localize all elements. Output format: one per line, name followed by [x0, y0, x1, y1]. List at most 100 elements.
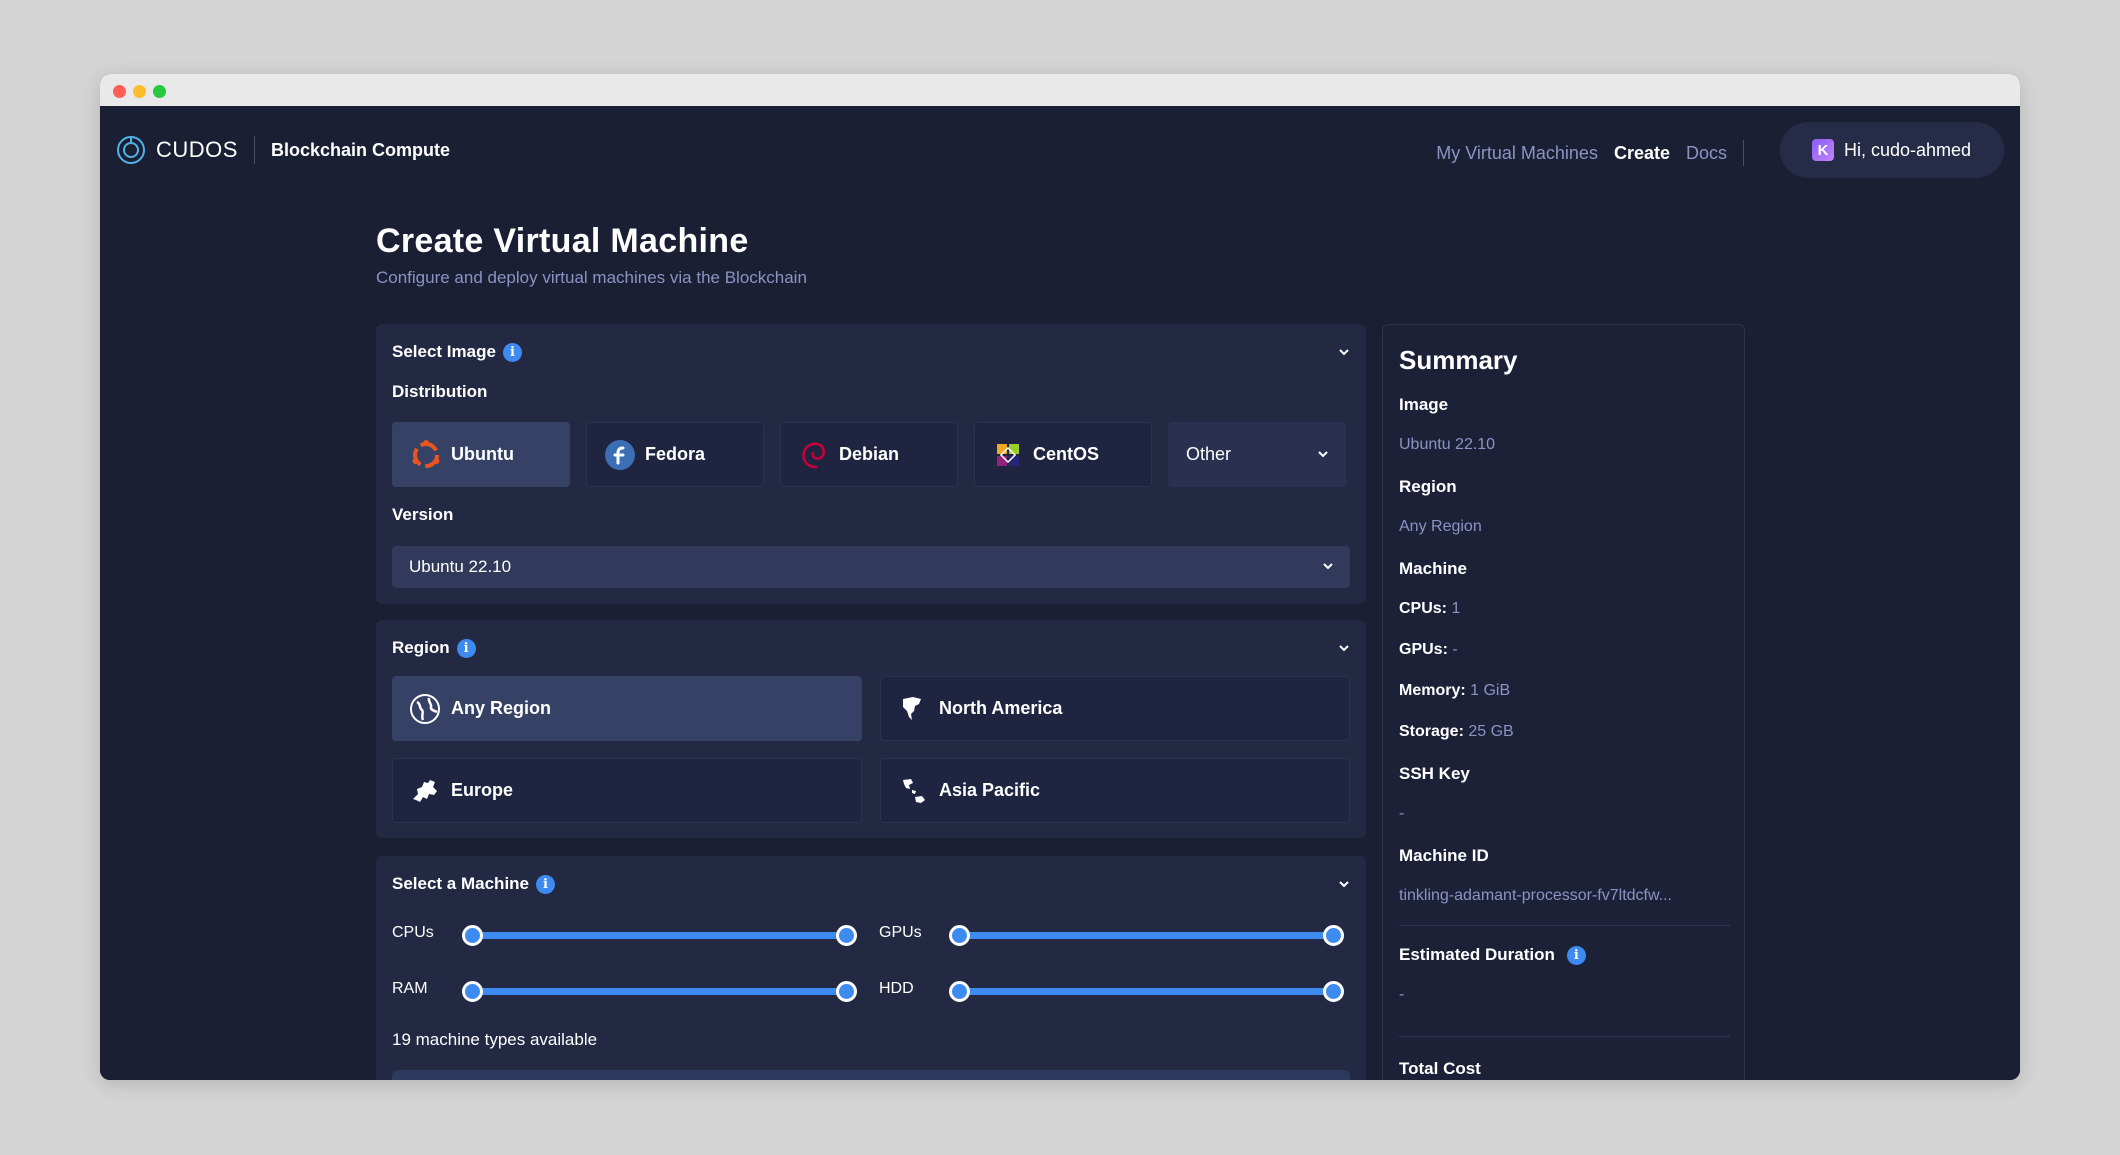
window-titlebar [100, 74, 2020, 106]
select-image-panel: Select Image i Distribution Ubuntu Fedor… [376, 324, 1366, 604]
centos-icon [992, 439, 1024, 471]
select-machine-panel: Select a Machine i CPUs GPUs RAM HDD 19 … [376, 856, 1366, 1080]
ram-range-slider[interactable] [461, 981, 857, 1002]
cpus-max-handle[interactable] [835, 925, 857, 946]
hdd-max-handle[interactable] [1322, 981, 1344, 1002]
distro-centos[interactable]: CentOS [974, 422, 1152, 487]
region-asia-pacific[interactable]: Asia Pacific [880, 758, 1350, 823]
chevron-down-icon[interactable] [1338, 878, 1350, 890]
region-north-america[interactable]: North America [880, 676, 1350, 741]
version-select[interactable]: Ubuntu 22.10 [392, 546, 1350, 588]
cpus-range-slider[interactable] [461, 925, 857, 946]
region-label: Any Region [451, 698, 552, 718]
fedora-icon [604, 439, 636, 471]
ram-max-handle[interactable] [835, 981, 857, 1002]
region-any[interactable]: Any Region [392, 676, 862, 741]
summary-ssh-label: SSH Key [1399, 764, 1470, 783]
chevron-down-icon[interactable] [1338, 346, 1350, 358]
summary-region-label: Region [1399, 477, 1457, 496]
cudos-logo-icon [117, 136, 145, 164]
summary-total-cost-label: Total Cost [1399, 1059, 1481, 1078]
top-nav: My Virtual Machines Create Docs [1420, 140, 1744, 166]
info-icon[interactable]: i [1566, 945, 1586, 965]
globe-icon [409, 693, 441, 725]
region-title: Region [392, 638, 450, 657]
cpus-slider-label: CPUs [392, 924, 434, 941]
close-window-button[interactable] [113, 85, 126, 98]
avatar: K [1812, 139, 1834, 161]
info-icon[interactable]: i [502, 342, 522, 362]
asia-pacific-map-icon [897, 775, 929, 807]
gpus-min-handle[interactable] [948, 925, 970, 946]
summary-image-label: Image [1399, 395, 1449, 414]
chevron-down-icon [1317, 444, 1329, 465]
summary-memory: Memory: 1 GiB [1399, 682, 1511, 699]
summary-divider [1399, 925, 1730, 926]
distro-other-label: Other [1186, 444, 1232, 464]
header-logo[interactable]: CUDOS Blockchain Compute [116, 135, 450, 165]
summary-machine-id-label: Machine ID [1399, 846, 1489, 865]
ram-slider-label: RAM [392, 980, 428, 997]
gpus-max-handle[interactable] [1322, 925, 1344, 946]
app-root: CUDOS Blockchain Compute My Virtual Mach… [100, 106, 2020, 1080]
region-label: North America [939, 698, 1063, 718]
summary-divider [1399, 1036, 1730, 1037]
hdd-range-slider[interactable] [948, 981, 1344, 1002]
cpus-min-handle[interactable] [461, 925, 483, 946]
nav-divider [1743, 140, 1744, 166]
summary-storage: Storage: 25 GB [1399, 723, 1514, 740]
europe-map-icon [409, 775, 441, 807]
debian-icon [798, 439, 830, 471]
distro-other-select[interactable]: Other [1168, 422, 1346, 487]
distro-fedora[interactable]: Fedora [586, 422, 764, 487]
summary-duration-header: Estimated Duration i [1399, 945, 1586, 965]
region-label: Europe [451, 780, 514, 800]
summary-panel: Summary Image Ubuntu 22.10 Region Any Re… [1382, 324, 1745, 1080]
region-panel: Region i Any Region North America Europe… [376, 620, 1366, 838]
nav-create[interactable]: Create [1614, 143, 1670, 164]
user-menu-button[interactable]: K Hi, cudo-ahmed [1780, 122, 2004, 178]
chevron-down-icon [1322, 557, 1334, 577]
summary-duration-label: Estimated Duration [1399, 945, 1555, 964]
region-europe[interactable]: Europe [392, 758, 862, 823]
info-icon[interactable]: i [456, 638, 476, 658]
north-america-map-icon [897, 693, 929, 725]
distro-label: Fedora [645, 444, 706, 464]
select-machine-title: Select a Machine [392, 874, 530, 893]
page-subtitle: Configure and deploy virtual machines vi… [376, 268, 807, 287]
hdd-slider-label: HDD [879, 980, 914, 997]
minimize-window-button[interactable] [133, 85, 146, 98]
select-image-title: Select Image [392, 342, 496, 361]
gpus-slider-label: GPUs [879, 924, 922, 941]
machine-types-available: 19 machine types available [392, 1030, 598, 1049]
summary-ssh-value: - [1399, 805, 1405, 822]
select-image-header: Select Image i [392, 342, 522, 362]
machine-list[interactable] [392, 1070, 1350, 1080]
summary-duration-value: - [1399, 986, 1405, 1003]
region-label: Asia Pacific [939, 780, 1041, 800]
gpus-range-slider[interactable] [948, 925, 1344, 946]
summary-gpus: GPUs: - [1399, 641, 1458, 658]
page-title: Create Virtual Machine [376, 222, 749, 260]
ubuntu-icon [410, 439, 442, 471]
distro-debian[interactable]: Debian [780, 422, 958, 487]
distro-label: Debian [839, 444, 900, 464]
product-name: Blockchain Compute [270, 139, 450, 160]
info-icon[interactable]: i [536, 874, 556, 894]
region-header: Region i [392, 638, 476, 658]
maximize-window-button[interactable] [153, 85, 166, 98]
select-machine-header: Select a Machine i [392, 874, 556, 894]
distro-ubuntu[interactable]: Ubuntu [392, 422, 570, 487]
version-label: Version [392, 505, 454, 524]
chevron-down-icon[interactable] [1338, 642, 1350, 654]
hdd-min-handle[interactable] [948, 981, 970, 1002]
distribution-label: Distribution [392, 382, 488, 401]
summary-region-value: Any Region [1399, 518, 1482, 535]
user-greeting: Hi, cudo-ahmed [1844, 139, 1972, 160]
summary-title: Summary [1399, 345, 1518, 375]
version-value: Ubuntu 22.10 [409, 557, 512, 576]
nav-docs[interactable]: Docs [1686, 143, 1727, 164]
distro-label: Ubuntu [451, 444, 514, 464]
nav-my-virtual-machines[interactable]: My Virtual Machines [1436, 143, 1598, 164]
ram-min-handle[interactable] [461, 981, 483, 1002]
